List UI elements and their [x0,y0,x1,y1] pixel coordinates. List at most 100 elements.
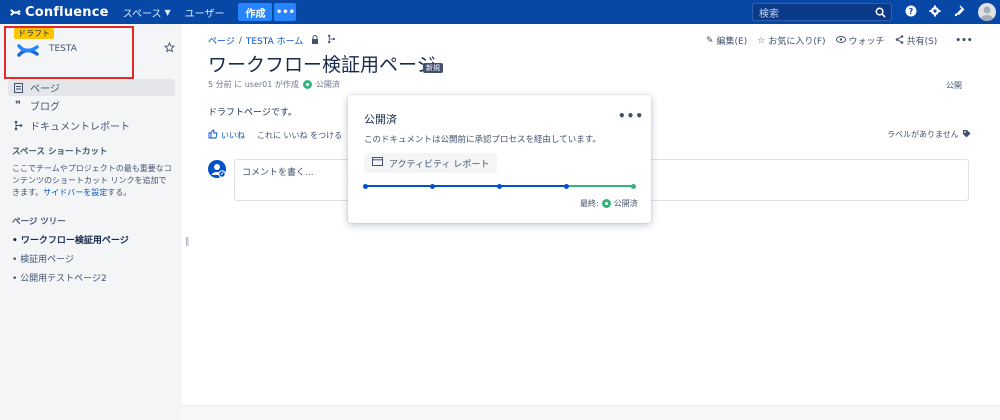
status-check-icon [302,80,312,89]
sidebar-item-label: ページ [30,84,60,95]
comment-placeholder: コメントを書く... [242,168,314,178]
breadcrumb-separator: / [238,35,242,46]
watch-button[interactable]: ウォッチ [835,34,885,47]
page-title: ワークフロー検証用ページ [208,54,436,76]
shortcuts-text-end: する。 [107,188,132,197]
byline: 5 分前 に user01 が作成 公開済 [208,79,340,90]
page-icon [12,82,24,93]
labels-area[interactable]: ラベルがありません [887,129,971,140]
create-button[interactable]: 作成 [238,3,273,21]
sidebar-item-blog[interactable]: ❞ ブログ [8,97,175,114]
share-label: 共有(S) [906,37,938,47]
activity-report-button[interactable]: アクティビティ レポート [364,153,498,173]
quote-icon: ❞ [15,100,21,111]
breadcrumb-home[interactable]: TESTA ホーム [246,34,303,47]
popover-more-button[interactable]: ••• [618,109,644,123]
eye-icon [835,35,846,46]
workflow-icon[interactable] [327,34,336,47]
final-label: 最終: [580,199,599,208]
create-more-button[interactable]: ••• [274,3,297,21]
draft-badge: ドラフト [14,28,54,39]
space-name[interactable]: TESTA [49,44,77,54]
configure-sidebar-link[interactable]: サイドバーを設定 [43,188,107,197]
popover-title: 公開済 [364,113,397,126]
shortcuts-heading: スペース ショートカット [12,147,108,157]
report-icon [12,120,24,131]
new-badge: 新規 [423,63,443,73]
users-label: ユーザー [184,8,225,20]
final-status: 公開済 [613,199,638,208]
star-icon: ☆ [757,35,766,46]
tree-item[interactable]: • 検証用ページ [12,252,74,265]
progress-line [365,185,566,187]
final-state: 最終: 公開済 [580,198,638,209]
confluence-icon [10,8,21,16]
sidebar-resize-handle[interactable]: ‖ [185,237,190,247]
user-icon [981,6,993,21]
shortcuts-description: ここでチームやプロジェクトの最も重要なコンテンツのショートカット リンクを追加で… [12,163,174,199]
page-body: ドラフトページです。 [208,108,297,118]
favorite-button[interactable]: ☆ お気に入り(F) [757,34,826,48]
notification-icon[interactable] [952,4,966,18]
edit-button[interactable]: ✎ 編集(E) [706,34,748,48]
like-label: いいね [221,130,245,140]
like-row: いいね これに いいね をつける [208,129,342,141]
like-prompt: これに いいね をつける [257,130,343,140]
top-navigation: Confluence スペース ▼ ユーザー 作成 ••• 検索 ? [0,0,1000,24]
edit-label: 編集(E) [716,37,748,47]
user-icon [211,164,226,178]
progress-line-final [566,185,635,187]
progress-step [430,183,435,189]
progress-step-final [631,183,636,189]
publish-button[interactable]: 公開 [946,80,962,91]
thumbs-up-icon [208,129,218,141]
lock-icon[interactable] [311,34,319,47]
spaces-menu[interactable]: スペース ▼ [123,5,171,20]
share-icon [895,34,904,47]
search-icon [875,7,886,18]
chevron-down-icon: ▼ [164,7,171,17]
page-actions: ✎ 編集(E) ☆ お気に入り(F) ウォッチ 共有(S) ••• [706,34,973,47]
star-icon[interactable] [163,41,176,56]
space-logo[interactable] [17,39,39,64]
footer [182,406,1000,420]
tag-icon [962,129,971,140]
popover-description: このドキュメントは公開前に承認プロセスを経由しています。 [364,135,601,145]
progress-step [497,183,502,189]
help-icon[interactable]: ? [904,4,918,18]
favorite-label: お気に入り(F) [768,37,826,47]
sidebar-item-pages[interactable]: ページ [8,79,175,96]
pencil-icon: ✎ [706,35,714,46]
gear-icon[interactable] [928,4,942,18]
byline-text: 5 分前 に user01 が作成 [208,80,299,89]
sidebar-item-label: ドキュメントレポート [30,122,130,133]
tree-item[interactable]: • 公開用テストページ2 [12,271,107,284]
sidebar-item-doc-report[interactable]: ドキュメントレポート [8,117,175,134]
more-actions-button[interactable]: ••• [955,36,972,46]
no-labels-text: ラベルがありません [887,130,959,139]
breadcrumb-pages[interactable]: ページ [208,34,235,47]
confluence-space-icon [17,44,39,57]
search-input[interactable]: 検索 [752,3,892,21]
users-menu[interactable]: ユーザー [185,5,225,20]
like-button[interactable]: いいね [208,129,245,141]
confluence-logo[interactable]: Confluence [10,5,109,20]
status-check-icon [601,199,611,208]
sidebar-item-label: ブログ [30,102,60,113]
activity-report-label: アクティビティ レポート [389,159,490,170]
user-avatar[interactable] [978,3,996,21]
search-placeholder: 検索 [759,8,779,20]
tree-item[interactable]: • ワークフロー検証用ページ [12,233,129,246]
watch-label: ウォッチ [848,37,885,47]
progress-step [363,183,368,189]
svg-text:?: ? [909,7,914,16]
spaces-label: スペース [122,8,162,20]
brand-name: Confluence [25,4,109,20]
share-button[interactable]: 共有(S) [895,34,938,47]
status-popover: 公開済 ••• このドキュメントは公開前に承認プロセスを経由しています。 アクテ… [348,95,651,223]
status-label[interactable]: 公開済 [316,79,340,90]
page-tree-heading: ページ ツリー [12,217,66,227]
report-window-icon [372,157,383,169]
sidebar: ドラフト TESTA ページ ❞ ブログ ドキュメントレポート スペース ショー… [0,24,182,420]
workflow-progress [363,183,636,189]
